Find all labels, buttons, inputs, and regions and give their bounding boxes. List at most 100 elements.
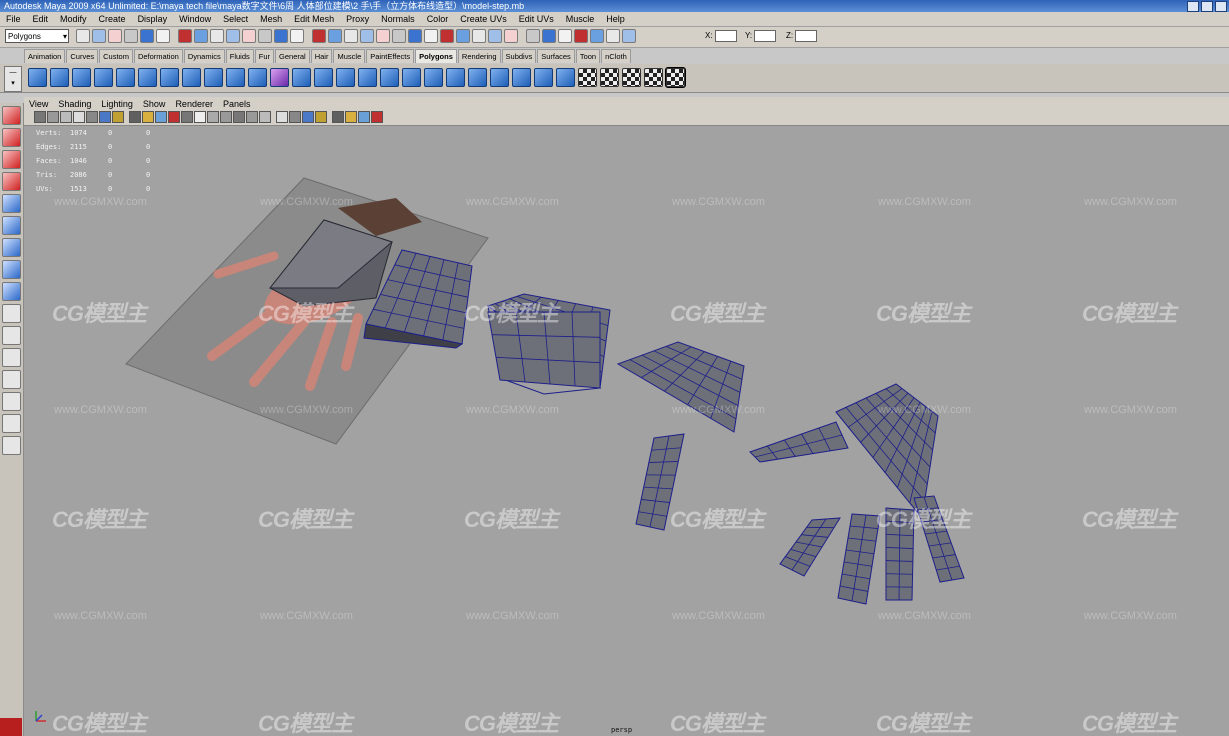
status-tool-31-icon[interactable] (574, 29, 588, 43)
menu-window[interactable]: Window (173, 12, 217, 26)
panel-tool-19-icon[interactable] (276, 111, 288, 123)
menu-create[interactable]: Create (93, 12, 132, 26)
status-tool-27-icon[interactable] (504, 29, 518, 43)
shelf-polygon-tool-22-icon[interactable] (490, 68, 509, 87)
shelf-polygon-tool-11-icon[interactable] (248, 68, 267, 87)
status-tool-2-icon[interactable] (92, 29, 106, 43)
panel-tool-23-icon[interactable] (332, 111, 344, 123)
shelf-tab-curves[interactable]: Curves (66, 49, 99, 63)
shelf-tab-general[interactable]: General (275, 49, 310, 63)
status-tool-9-icon[interactable] (210, 29, 224, 43)
panel-tool-14-icon[interactable] (207, 111, 219, 123)
panel-tool-9-icon[interactable] (142, 111, 154, 123)
shelf-polygon-tool-16-icon[interactable] (358, 68, 377, 87)
status-tool-33-icon[interactable] (606, 29, 620, 43)
shelf-polygon-tool-1-icon[interactable] (28, 68, 47, 87)
shelf-polygon-tool-19-icon[interactable] (424, 68, 443, 87)
panel-menu-renderer[interactable]: Renderer (170, 99, 218, 109)
shelf-tab-polygons[interactable]: Polygons (415, 49, 457, 63)
menu-modify[interactable]: Modify (54, 12, 93, 26)
shelf-polygon-tool-14-icon[interactable] (314, 68, 333, 87)
panel-tool-11-icon[interactable] (168, 111, 180, 123)
shelf-polygon-tool-23-icon[interactable] (512, 68, 531, 87)
shelf-tab-ncloth[interactable]: nCloth (601, 49, 631, 63)
perspective-viewport[interactable]: Verts: 1074 0 0 Edges: 2115 0 0 Faces: 1046 0 0 Tris… (24, 126, 1229, 736)
panel-menu-shading[interactable]: Shading (53, 99, 96, 109)
panel-menu-show[interactable]: Show (138, 99, 171, 109)
shelf-tab-dynamics[interactable]: Dynamics (183, 49, 225, 63)
shelf-polygon-tool-28-icon[interactable] (622, 68, 641, 87)
shelf-tab-toon[interactable]: Toon (575, 49, 601, 63)
x-input[interactable] (714, 30, 737, 42)
menu-mesh[interactable]: Mesh (254, 12, 288, 26)
status-tool-5-icon[interactable] (140, 29, 154, 43)
single-perspective-layout-icon[interactable] (2, 304, 21, 323)
shelf-tab-deformation[interactable]: Deformation (133, 49, 183, 63)
select-tool-icon[interactable] (2, 106, 21, 125)
status-tool-23-icon[interactable] (440, 29, 454, 43)
panel-tool-7-icon[interactable] (112, 111, 124, 123)
shelf-polygon-tool-29-icon[interactable] (644, 68, 663, 87)
status-tool-1-icon[interactable] (76, 29, 90, 43)
shelf-polygon-tool-30-icon[interactable] (665, 67, 686, 88)
status-tool-8-icon[interactable] (194, 29, 208, 43)
shelf-tab-custom[interactable]: Custom (99, 49, 133, 63)
shelf-tab-painteffects[interactable]: PaintEffects (366, 49, 415, 63)
status-tool-13-icon[interactable] (274, 29, 288, 43)
status-tool-28-icon[interactable] (526, 29, 540, 43)
hypershade-layout-icon[interactable] (2, 414, 21, 433)
shelf-polygon-tool-10-icon[interactable] (226, 68, 245, 87)
status-tool-10-icon[interactable] (226, 29, 240, 43)
shelf-polygon-tool-20-icon[interactable] (446, 68, 465, 87)
panel-tool-2-icon[interactable] (47, 111, 59, 123)
panel-tool-5-icon[interactable] (86, 111, 98, 123)
shelf-polygon-tool-4-icon[interactable] (94, 68, 113, 87)
panel-menu-view[interactable]: View (24, 99, 53, 109)
menu-help[interactable]: Help (600, 12, 631, 26)
menu-normals[interactable]: Normals (375, 12, 421, 26)
status-tool-22-icon[interactable] (424, 29, 438, 43)
panel-tool-6-icon[interactable] (99, 111, 111, 123)
status-tool-19-icon[interactable] (376, 29, 390, 43)
shelf-polygon-tool-2-icon[interactable] (50, 68, 69, 87)
shelf-tab-subdivs[interactable]: Subdivs (501, 49, 537, 63)
status-tool-24-icon[interactable] (456, 29, 470, 43)
shelf-tab-fluids[interactable]: Fluids (225, 49, 254, 63)
paint-select-tool-icon[interactable] (2, 150, 21, 169)
menu-muscle[interactable]: Muscle (560, 12, 601, 26)
shelf-polygon-tool-3-icon[interactable] (72, 68, 91, 87)
shelf-tab-muscle[interactable]: Muscle (333, 49, 366, 63)
panel-tool-25-icon[interactable] (358, 111, 370, 123)
status-tool-7-icon[interactable] (178, 29, 192, 43)
four-view-layout-icon[interactable] (2, 326, 21, 345)
status-tool-16-icon[interactable] (328, 29, 342, 43)
menu-edit[interactable]: Edit (27, 12, 55, 26)
status-tool-14-icon[interactable] (290, 29, 304, 43)
shelf-polygon-tool-5-icon[interactable] (116, 68, 135, 87)
shelf-polygon-tool-18-icon[interactable] (402, 68, 421, 87)
shelf-tab-surfaces[interactable]: Surfaces (537, 49, 575, 63)
status-tool-11-icon[interactable] (242, 29, 256, 43)
menu-display[interactable]: Display (132, 12, 174, 26)
universal-manipulator-icon[interactable] (2, 238, 21, 257)
menu-edit-mesh[interactable]: Edit Mesh (288, 12, 340, 26)
shelf-polygon-tool-21-icon[interactable] (468, 68, 487, 87)
shelf-polygon-tool-12-icon[interactable] (270, 68, 289, 87)
shelf-tab-hair[interactable]: Hair (310, 49, 333, 63)
shelf-polygon-tool-25-icon[interactable] (556, 68, 575, 87)
status-tool-21-icon[interactable] (408, 29, 422, 43)
shelf-polygon-tool-24-icon[interactable] (534, 68, 553, 87)
status-tool-3-icon[interactable] (108, 29, 122, 43)
lasso-tool-icon[interactable] (2, 128, 21, 147)
shelf-polygon-tool-13-icon[interactable] (292, 68, 311, 87)
status-tool-17-icon[interactable] (344, 29, 358, 43)
status-tool-34-icon[interactable] (622, 29, 636, 43)
panel-tool-16-icon[interactable] (233, 111, 245, 123)
shelf-tab-animation[interactable]: Animation (24, 49, 66, 63)
panel-tool-1-icon[interactable] (34, 111, 46, 123)
layout-dropdown-icon[interactable] (2, 436, 21, 455)
shelf-polygon-tool-15-icon[interactable] (336, 68, 355, 87)
y-input[interactable] (754, 30, 777, 42)
menu-color[interactable]: Color (421, 12, 455, 26)
shelf-polygon-tool-27-icon[interactable] (600, 68, 619, 87)
